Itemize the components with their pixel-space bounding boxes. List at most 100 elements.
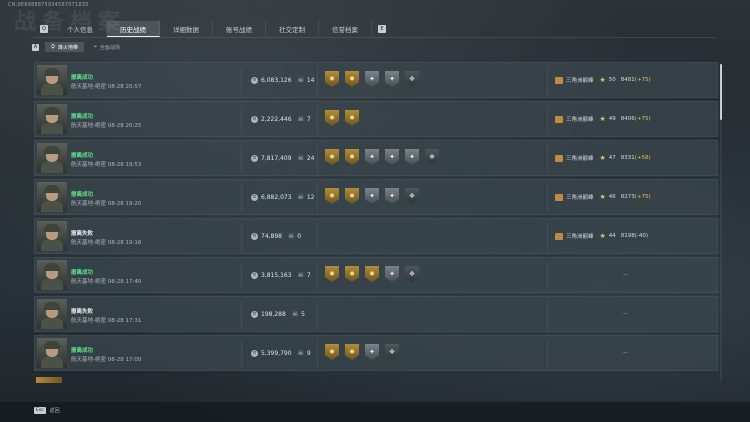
column-divider (241, 106, 242, 134)
medal-list: ✹ ✹ ✹ ✦ ❖ (325, 266, 425, 282)
medal-gold-icon[interactable]: ✹ (345, 188, 359, 204)
medal-silver-icon[interactable]: ✦ (385, 71, 399, 87)
star-icon: ★ (599, 115, 606, 123)
skull-icon: ☠ (297, 154, 304, 162)
medal-gold-icon[interactable]: ✹ (365, 266, 379, 282)
rank-info: 三角洲巅峰 ★ 50 8481 (+75) (555, 76, 651, 84)
subtab-label: 全面战场 (99, 44, 120, 51)
match-row[interactable]: 撤离成功 航天基地-绝密 08-28 17:40 ¤ 3,815,163 ☠ 7 ✹ ✹ ✹ ✦ ❖… (34, 257, 718, 293)
tab-2[interactable]: 详细数据 (160, 21, 213, 36)
medal-dark-icon[interactable]: ❖ (425, 149, 439, 165)
medal-dark-icon[interactable]: ❖ (405, 188, 419, 204)
medal-silver-icon[interactable]: ✦ (365, 149, 379, 165)
extraction-status: 撤离成功 (71, 192, 94, 198)
column-divider (241, 301, 242, 329)
column-divider (317, 301, 318, 329)
column-divider (241, 262, 242, 290)
skull-icon: ☠ (291, 310, 299, 318)
tab-1[interactable]: 历史战绩 (107, 21, 160, 37)
medal-silver-icon[interactable]: ✦ (405, 149, 419, 165)
column-divider (317, 67, 318, 95)
tab-3[interactable]: 账号战绩 (213, 21, 266, 36)
kill-count: 9 (306, 349, 311, 357)
medal-gold-icon[interactable]: ✹ (345, 149, 359, 165)
sub-nav: A ⛭烽火地带⌖全面战场 D (32, 42, 130, 52)
subnav-prev-key-hint[interactable]: A (32, 43, 39, 51)
no-rank-placeholder: -- (623, 310, 628, 317)
loot-value: ¤ 198,288 ☠ 5 (251, 310, 305, 318)
medal-gold-icon[interactable]: ✹ (345, 266, 359, 282)
scroll-thumb[interactable] (720, 64, 722, 120)
match-row[interactable]: 撤离失败 航天基地-绝密 08-28 17:31 ¤ 198,288 ☠ 5 -- (34, 296, 718, 332)
medal-list: ✹ ✹ (325, 110, 365, 126)
operator-avatar (37, 143, 67, 173)
rank-mode: 三角洲巅峰 (566, 78, 594, 84)
medal-list: ✹ ✹ ✦ ✦ ❖ (325, 188, 425, 204)
rank-info: 三角洲巅峰 ★ 46 8273 (+75) (555, 193, 651, 201)
medal-dark-icon[interactable]: ❖ (405, 71, 419, 87)
medal-dark-icon[interactable]: ❖ (385, 344, 399, 360)
medal-gold-icon[interactable]: ✹ (325, 110, 339, 126)
medal-gold-icon[interactable]: ✹ (325, 71, 339, 87)
coin-icon: ¤ (251, 76, 258, 84)
rank-info: 三角洲巅峰 ★ 47 8331 (+58) (555, 154, 651, 162)
tab-4[interactable]: 社交定制 (266, 21, 319, 36)
kill-count: 7 (306, 115, 311, 123)
match-row[interactable]: 撤离成功 航天基地-绝密 08-28 19:20 ¤ 6,882,073 ☠ 12 ✹ ✹ ✦ ✦… (34, 179, 718, 215)
medal-silver-icon[interactable]: ✦ (365, 344, 379, 360)
medal-gold-icon[interactable]: ✹ (325, 266, 339, 282)
rank-mode: 三角洲巅峰 (566, 234, 594, 240)
extraction-status: 撤离成功 (71, 114, 94, 120)
loot-value-text: 6,083,126 (261, 76, 292, 84)
subtab-1[interactable]: ⌖ 全面战场 (88, 42, 126, 52)
medal-dark-icon[interactable]: ❖ (405, 266, 419, 282)
medal-silver-icon[interactable]: ✦ (385, 266, 399, 282)
medal-silver-icon[interactable]: ✦ (365, 188, 379, 204)
rank-crate-icon (555, 193, 563, 201)
subtab-0[interactable]: ⛭ 烽火地带 (45, 42, 85, 52)
match-row[interactable]: 撤离失败 航天基地-绝密 08-28 19:16 ¤ 74,898 ☠ 0 三角洲巅峰 ★ 44… (34, 218, 718, 254)
tab-0[interactable]: 个人信息 (54, 21, 107, 36)
coin-icon: ¤ (251, 193, 258, 201)
kill-count: 0 (297, 232, 302, 240)
nav-next-key-hint[interactable]: E (378, 24, 386, 33)
extraction-status: 撤离失败 (71, 231, 94, 237)
match-row[interactable]: 撤离成功 航天基地-绝密 08-28 20:57 ¤ 6,083,126 ☠ 14 ✹ ✹ ✦ ✦… (34, 62, 718, 98)
loot-value-text: 2,222,446 (261, 115, 292, 123)
skull-icon: ☠ (297, 271, 304, 279)
rank-points: 8406 (620, 116, 635, 122)
medal-silver-icon[interactable]: ✦ (385, 149, 399, 165)
rank-mode: 三角洲巅峰 (566, 117, 594, 123)
rank-info: 三角洲巅峰 ★ 49 8406 (+75) (555, 115, 651, 123)
match-row[interactable]: 撤离成功 航天基地-绝密 08-28 20:25 ¤ 2,222,446 ☠ 7 ✹ ✹ 三角洲… (34, 101, 718, 137)
medal-gold-icon[interactable]: ✹ (345, 71, 359, 87)
rank-crate-icon (555, 115, 563, 123)
rank-points: 8481 (620, 77, 635, 83)
medal-gold-icon[interactable]: ✹ (325, 344, 339, 360)
match-row[interactable]: 撤离成功 航天基地-绝密 08-28 19:53 ¤ 7,817,409 ☠ 24 ✹ ✹ ✦ ✦… (34, 140, 718, 176)
medal-gold-icon[interactable]: ✹ (325, 149, 339, 165)
person-icon: ⛭ (51, 44, 56, 50)
medal-gold-icon[interactable]: ✹ (345, 110, 359, 126)
medal-gold-icon[interactable]: ✹ (325, 188, 339, 204)
operator-avatar (37, 182, 67, 212)
match-row[interactable]: 撤离成功 航天基地-绝密 08-28 17:00 ¤ 5,399,790 ☠ 9 ✹ ✹ ✦ ❖ -… (34, 335, 718, 371)
column-divider (547, 67, 548, 95)
medal-silver-icon[interactable]: ✦ (385, 188, 399, 204)
back-label: 返回 (49, 408, 60, 414)
medal-silver-icon[interactable]: ✦ (365, 71, 379, 87)
medal-gold-icon[interactable]: ✹ (345, 344, 359, 360)
column-divider (547, 184, 548, 212)
rank-level: 46 (608, 194, 616, 200)
rank-points: 8198 (620, 233, 635, 239)
operator-avatar (37, 221, 67, 251)
kill-count: 7 (306, 271, 311, 279)
back-button[interactable]: Esc 返回 (34, 407, 60, 414)
column-divider (317, 340, 318, 368)
kill-count: 24 (306, 154, 315, 162)
tab-5[interactable]: 信誉档案 (319, 21, 372, 36)
coin-icon: ¤ (251, 115, 258, 123)
rank-crate-icon (555, 76, 563, 84)
skull-icon: ☠ (297, 349, 304, 357)
nav-prev-key-hint[interactable]: Q (40, 24, 48, 33)
